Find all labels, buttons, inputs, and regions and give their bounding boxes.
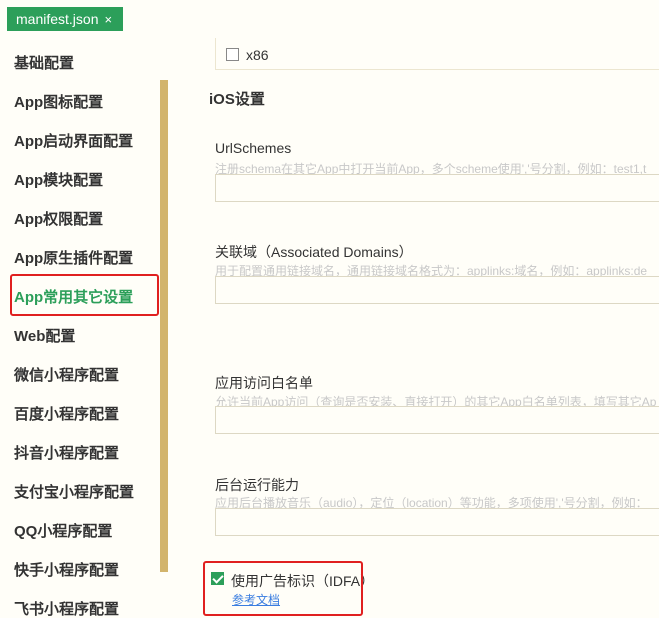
editor-tab-bar: manifest.json × xyxy=(0,0,659,38)
url-schemes-label: UrlSchemes xyxy=(215,140,292,156)
sidebar-item-web[interactable]: Web配置 xyxy=(14,325,75,346)
sidebar-item-app-icon[interactable]: App图标配置 xyxy=(14,91,103,112)
sidebar-item-basic[interactable]: 基础配置 xyxy=(14,52,74,73)
whitelist-label: 应用访问白名单 xyxy=(215,375,313,391)
sidebar-item-app-splash[interactable]: App启动界面配置 xyxy=(14,130,133,151)
x86-label: x86 xyxy=(246,47,269,63)
sidebar-item-qq-mp[interactable]: QQ小程序配置 xyxy=(14,520,112,541)
tab-title: manifest.json xyxy=(16,11,99,27)
associated-domains-label: 关联域（Associated Domains） xyxy=(215,244,413,260)
associated-domains-input[interactable] xyxy=(215,276,659,304)
sidebar-item-app-modules[interactable]: App模块配置 xyxy=(14,169,103,190)
highlight-box-sidebar xyxy=(10,274,159,316)
x86-checkbox[interactable] xyxy=(226,48,239,61)
sidebar-item-alipay-mp[interactable]: 支付宝小程序配置 xyxy=(14,481,134,502)
background-modes-label: 后台运行能力 xyxy=(215,477,299,493)
sidebar-item-kuaishou-mp[interactable]: 快手小程序配置 xyxy=(14,559,119,580)
close-icon[interactable]: × xyxy=(104,12,112,27)
sidebar-item-app-permissions[interactable]: App权限配置 xyxy=(14,208,103,229)
settings-panel: x86 iOS设置 UrlSchemes 注册schema在其它App中打开当前… xyxy=(169,38,659,618)
tab-manifest-json[interactable]: manifest.json × xyxy=(7,7,123,31)
url-schemes-input[interactable] xyxy=(215,174,659,202)
ios-settings-title: iOS设置 xyxy=(209,91,265,108)
highlight-box-idfa xyxy=(203,561,363,616)
arch-options-card xyxy=(215,38,659,70)
sidebar-scrollbar[interactable] xyxy=(160,80,168,572)
sidebar-item-app-native-plugins[interactable]: App原生插件配置 xyxy=(14,247,133,268)
sidebar: 基础配置 App图标配置 App启动界面配置 App模块配置 App权限配置 A… xyxy=(0,38,168,618)
sidebar-item-feishu-mp[interactable]: 飞书小程序配置 xyxy=(14,598,119,618)
sidebar-item-weixin-mp[interactable]: 微信小程序配置 xyxy=(14,364,119,385)
background-modes-input[interactable] xyxy=(215,508,659,536)
whitelist-input[interactable] xyxy=(215,406,659,434)
sidebar-item-douyin-mp[interactable]: 抖音小程序配置 xyxy=(14,442,119,463)
sidebar-item-baidu-mp[interactable]: 百度小程序配置 xyxy=(14,403,119,424)
